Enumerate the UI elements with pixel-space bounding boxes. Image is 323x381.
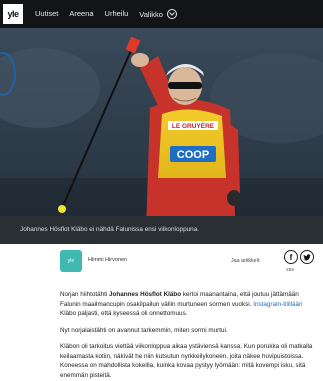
menu-button[interactable]: Valikko <box>139 9 177 19</box>
nav-item-uutiset[interactable]: Uutiset <box>35 0 58 28</box>
p1-end: Kläbo paljasti, että kyseessä oli onnett… <box>60 310 188 317</box>
p1-prefix: Norjan hiihtotähti <box>60 291 110 298</box>
article-paragraph-1: Norjan hiihtotähti Johannes Hösflot Kläb… <box>60 290 320 319</box>
instagram-link[interactable]: Instagram-tilillään <box>253 301 302 308</box>
athlete-name: Johannes Hösflot Kläbo <box>109 291 182 298</box>
yle-logo[interactable]: yle <box>3 4 23 24</box>
chevron-down-icon <box>166 9 177 19</box>
article-body: Norjan hiihtotähti Johannes Hösflot Kläb… <box>60 290 320 381</box>
nav-item-areena[interactable]: Areena <box>69 0 93 28</box>
author-row: yle Himmi Hirvonen Jaa artikkeli: f 255 <box>60 250 322 274</box>
facebook-icon: f <box>289 252 293 262</box>
top-navigation: yle Uutiset Areena Urheilu Valikko <box>0 0 323 28</box>
hero-image: LE GRUYÈRE COOP <box>0 28 323 232</box>
twitter-icon <box>303 253 311 260</box>
share-label: Jaa artikkeli: <box>231 258 261 264</box>
image-caption: Johannes Hösflot Kläbo ei nähdä Faluniss… <box>0 216 323 244</box>
nav-item-urheilu[interactable]: Urheilu <box>105 0 129 28</box>
article-paragraph-3: Kläbon oli tarkoitus viettää viikonloppu… <box>60 343 313 379</box>
author-name[interactable]: Himmi Hirvonen <box>88 257 127 263</box>
facebook-share-button[interactable]: f <box>284 250 298 264</box>
menu-label: Valikko <box>139 9 163 19</box>
twitter-share-button[interactable] <box>300 250 314 264</box>
author-avatar: yle <box>60 250 82 272</box>
share-count: 255 <box>286 268 295 273</box>
bib-sponsor-top: LE GRUYÈRE <box>172 121 215 130</box>
bib-sponsor-main: COOP <box>177 149 209 161</box>
article-paragraph-2: Nyt norjalaistähti on avannut tarkemmin,… <box>60 326 228 334</box>
